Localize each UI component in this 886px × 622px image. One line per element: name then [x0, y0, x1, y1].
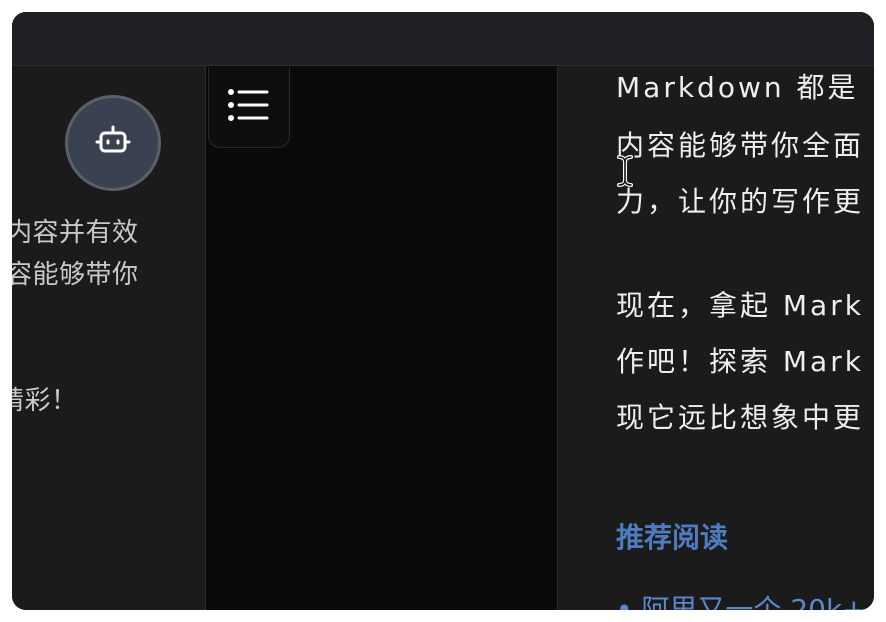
snippet-line-2: 容能够带你 [12, 260, 139, 290]
title-bar[interactable] [12, 12, 874, 66]
text-cursor-icon [616, 154, 634, 192]
assistant-avatar[interactable] [65, 95, 161, 191]
robot-icon [93, 121, 133, 165]
snippet-line-1: 内容并有效 [12, 218, 139, 248]
article-line: 力，让你的写作更 [616, 185, 865, 218]
toc-menu-button[interactable] [208, 67, 290, 148]
article-line: 内容能够带你全面 [616, 129, 865, 162]
snippet-line-3: 精彩！ [12, 386, 78, 416]
article-panel: Markdown 都是 内容能够带你全面 力，让你的写作更 现在，拿起 Mark… [558, 66, 874, 610]
article-line: 现在，拿起 Mark [616, 289, 864, 322]
article-line: 作吧！探索 Mark [616, 345, 864, 378]
recommend-link[interactable]: • 阿里又一个 20k+ [616, 588, 866, 610]
article-line: Markdown 都是 [616, 71, 859, 104]
middle-panel [206, 66, 558, 610]
left-panel: 内容并有效 容能够带你 精彩！ [12, 66, 206, 610]
list-icon [227, 88, 271, 126]
article-line: 现它远比想象中更 [616, 401, 865, 434]
recommend-heading: 推荐阅读 [616, 521, 729, 554]
app-window: 内容并有效 容能够带你 精彩！ Markdown 都是 内容能够带你全面 力，让… [12, 12, 874, 610]
